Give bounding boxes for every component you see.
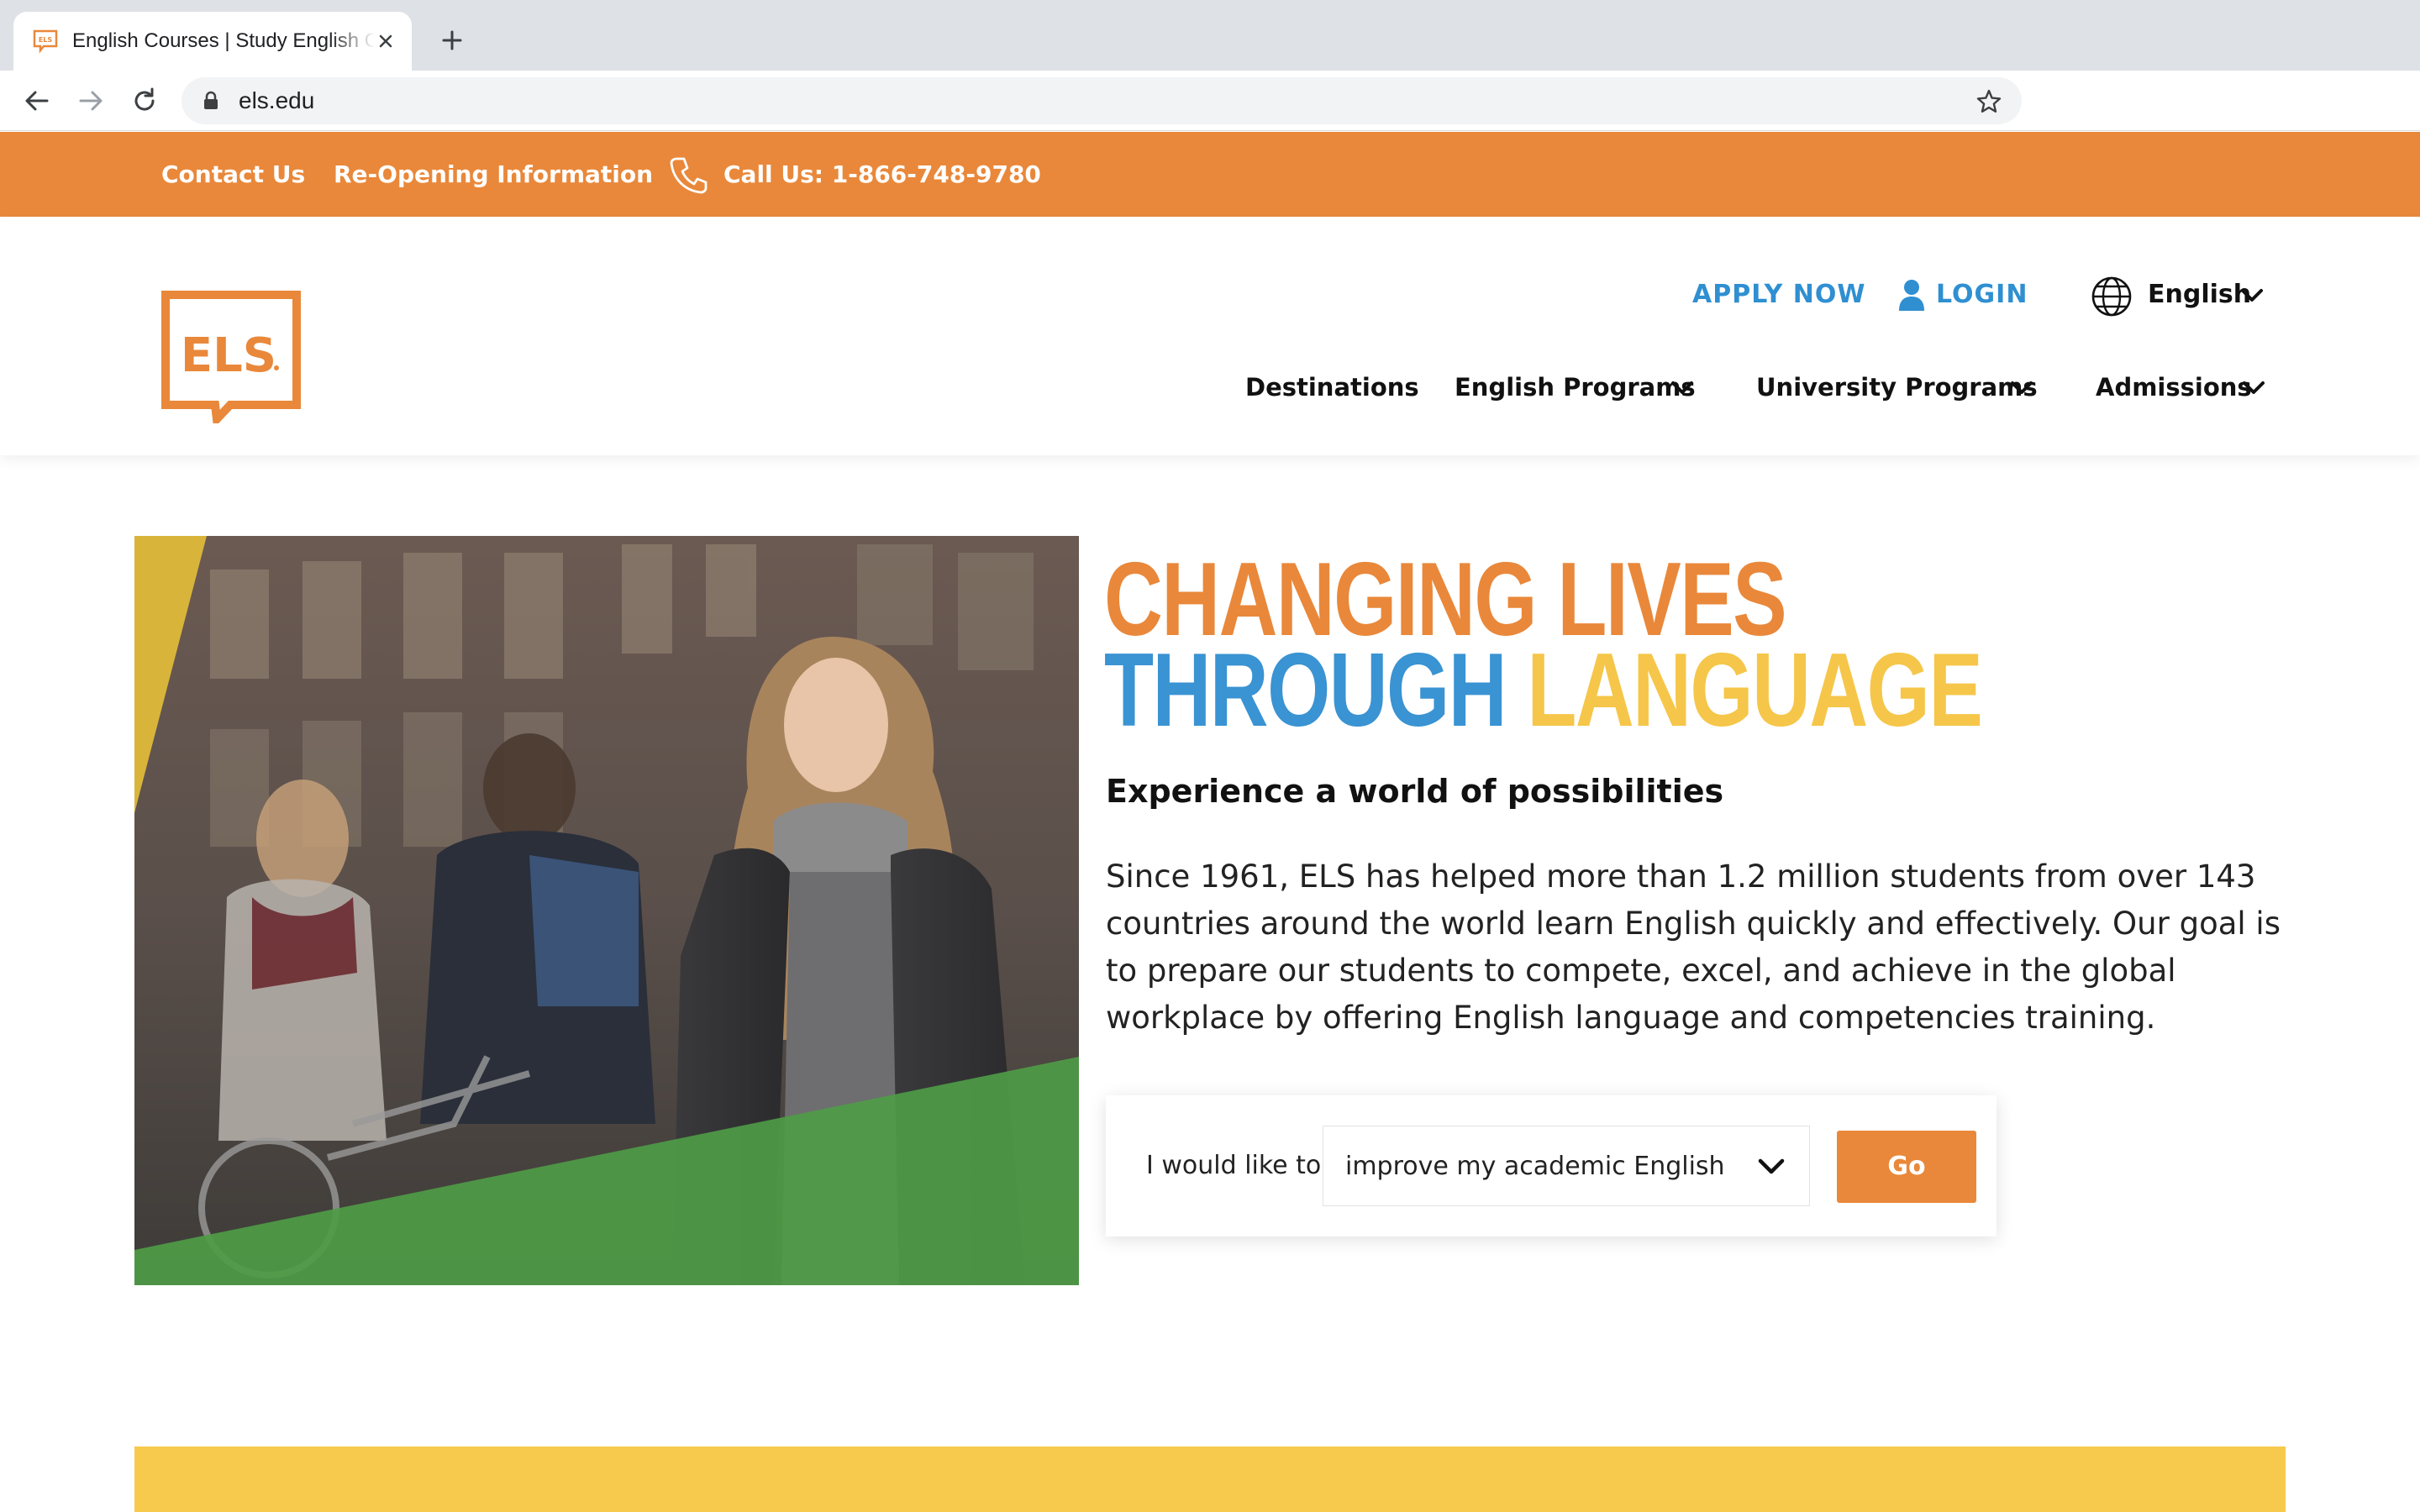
reopening-info-link[interactable]: Re-Opening Information [334, 160, 653, 190]
hero-headline: CHANGING LIVES THROUGH LANGUAGE [1104, 542, 1983, 743]
apply-now-link[interactable]: APPLY NOW [1692, 279, 1866, 311]
yellow-section-band [134, 1446, 2286, 1512]
user-icon [1899, 280, 1924, 311]
globe-icon[interactable] [2091, 276, 2133, 318]
utility-bar: Contact Us Re-Opening Information Call U… [0, 132, 2420, 217]
chevron-down-icon[interactable] [1670, 380, 1694, 396]
back-arrow-icon[interactable] [20, 84, 54, 118]
reload-icon[interactable] [128, 84, 161, 118]
chevron-down-icon[interactable] [2242, 380, 2265, 396]
contact-us-link[interactable]: Contact Us [161, 160, 305, 190]
browser-toolbar: els.edu [0, 71, 2420, 131]
program-finder: I would like to improve my academic Engl… [1106, 1095, 1996, 1236]
chevron-down-icon[interactable] [2240, 287, 2264, 304]
nav-admissions[interactable]: Admissions [2096, 371, 2252, 403]
els-favicon-icon: ELS [33, 29, 58, 54]
goal-select-value: improve my academic English [1345, 1152, 1725, 1181]
phone-icon [670, 157, 708, 194]
go-button[interactable]: Go [1837, 1131, 1976, 1203]
login-label: LOGIN [1936, 280, 2028, 309]
els-logo[interactable]: ELS [161, 291, 301, 423]
close-icon[interactable] [371, 27, 400, 55]
tab-title: English Courses | Study English Online &… [72, 29, 375, 52]
goal-select[interactable]: improve my academic English [1323, 1126, 1810, 1206]
nav-university-programs[interactable]: University Programs [1756, 371, 2038, 403]
lock-icon [204, 91, 218, 109]
hero-photo [134, 536, 1079, 1285]
call-us-link[interactable]: Call Us: 1-866-748-9780 [723, 160, 1041, 190]
forward-arrow-icon[interactable] [74, 84, 108, 118]
chevron-down-icon[interactable] [2010, 380, 2033, 396]
hero-subheading: Experience a world of possibilities [1106, 773, 1724, 810]
new-tab-plus-icon[interactable] [435, 24, 469, 57]
url-text: els.edu [239, 87, 315, 113]
chevron-down-icon [1758, 1158, 1785, 1174]
language-selector[interactable]: English [2148, 279, 2251, 311]
address-bar[interactable]: els.edu [182, 77, 2022, 124]
headline-language: LANGUAGE [1527, 633, 1983, 748]
nav-destinations[interactable]: Destinations [1245, 371, 1419, 403]
logo-text: ELS [181, 328, 276, 383]
hero-paragraph: Since 1961, ELS has helped more than 1.2… [1106, 858, 2281, 1036]
bookmark-star-icon[interactable] [1975, 87, 2003, 116]
site-header: ELS APPLY NOW LOGIN English Destinations… [0, 217, 2420, 455]
browser-tab[interactable]: ELS English Courses | Study English Onli… [13, 12, 412, 71]
headline-line-1: CHANGING LIVES [1104, 542, 1787, 658]
nav-english-programs[interactable]: English Programs [1455, 371, 1696, 403]
headline-through: THROUGH [1104, 633, 1507, 748]
svg-text:ELS: ELS [39, 36, 53, 44]
browser-tabstrip: ELS English Courses | Study English Onli… [0, 0, 2420, 71]
finder-label: I would like to [1146, 1151, 1322, 1180]
